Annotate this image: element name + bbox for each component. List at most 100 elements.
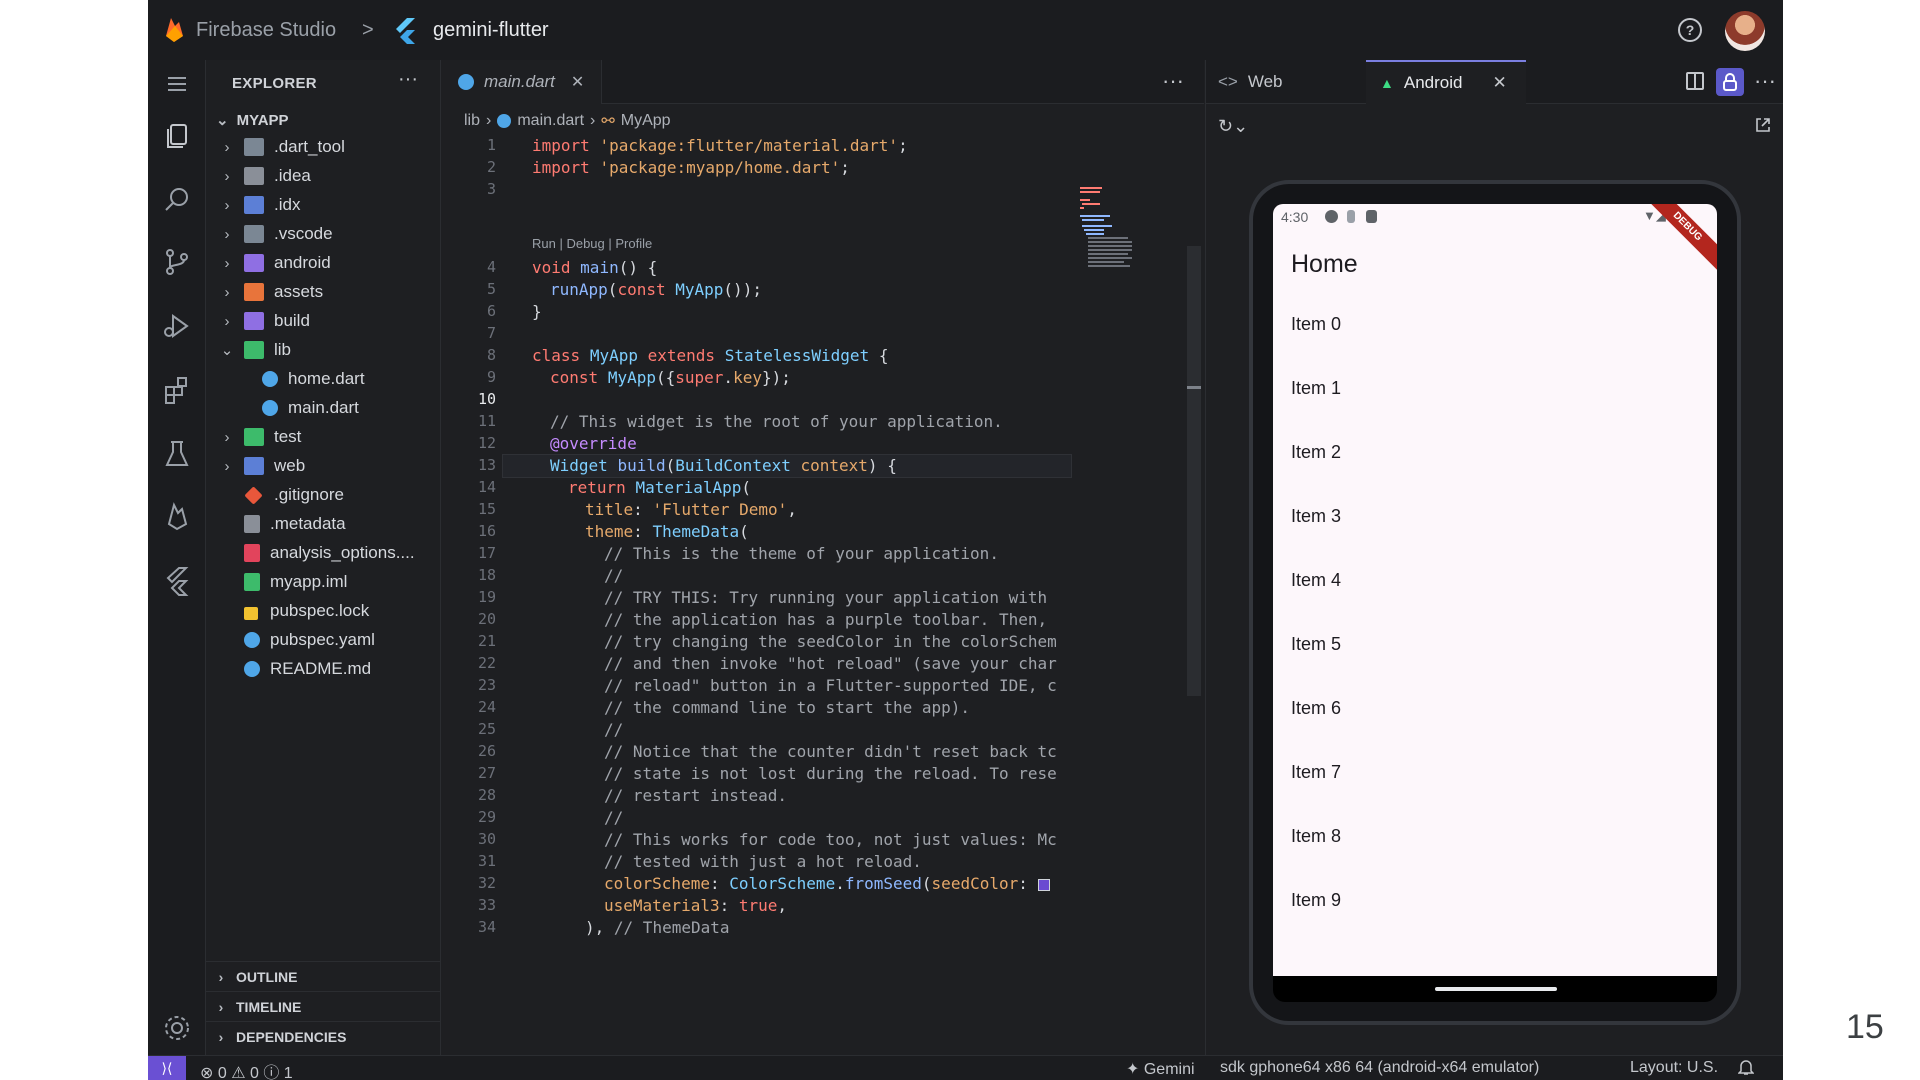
lock-icon[interactable] [1716,68,1744,96]
editor-more-icon[interactable]: ··· [1162,68,1184,94]
settings-gear-icon[interactable] [161,1012,193,1044]
code-area[interactable]: 1 2 3 4 5 6 7 8 9 10 11 12 13 14 15 16 17 18 19 20 21 22 23 24 2… [442,136,1204,1055]
code-line-31: // tested with just a hot reload. [604,852,922,871]
flutter-icon[interactable] [161,564,193,596]
open-external-icon[interactable] [1754,116,1772,134]
codelens-run-debug-profile[interactable]: Run | Debug | Profile [532,236,652,251]
preview-more-icon[interactable]: ··· [1754,68,1776,94]
tree-item-label: analysis_options.... [270,543,415,562]
tree-file-myapp-iml[interactable]: myapp.iml [244,569,347,595]
tab-web[interactable]: <> Web [1218,60,1283,104]
tree-item-label: lib [274,340,292,359]
testing-icon[interactable] [161,438,193,470]
tab-android[interactable]: ▲ Android ✕ [1366,60,1526,104]
tree-file-gitignore[interactable]: .gitignore [244,482,344,508]
activity-bar [148,60,206,1055]
tree-file-pubspec-yaml[interactable]: pubspec.yaml [244,627,375,653]
line-number: 31 [477,852,496,870]
minimap[interactable] [1078,184,1148,284]
folder-icon [244,283,264,301]
emulator-device-status[interactable]: sdk gphone64 x86 64 (android-x64 emulato… [1220,1059,1539,1077]
explorer-title: EXPLORER [232,75,317,92]
firebase-icon[interactable] [161,500,193,532]
line-number: 4 [486,258,496,276]
run-debug-icon[interactable] [161,310,193,342]
list-item[interactable]: Item 0 [1291,314,1341,335]
line-number: 34 [477,918,496,936]
tree-folder-build[interactable]: › build [218,308,310,334]
home-gesture-handle[interactable] [1435,987,1557,991]
remote-indicator-icon[interactable]: ⟩⟨ [148,1056,186,1080]
list-item[interactable]: Item 2 [1291,442,1341,463]
code-line-26: // Notice that the counter didn't reset … [604,742,1057,761]
tree-file-analysis-options[interactable]: analysis_options.... [244,540,415,566]
list-item[interactable]: Item 8 [1291,826,1341,847]
source-control-icon[interactable] [161,246,193,278]
list-item[interactable]: Item 5 [1291,634,1341,655]
close-icon[interactable]: ✕ [571,72,584,92]
firebase-flame-icon[interactable] [162,16,186,44]
tree-folder-test[interactable]: › test [218,424,301,450]
list-item[interactable]: Item 1 [1291,378,1341,399]
editor-scrollbar[interactable] [1187,246,1201,696]
code-line-29: // [604,808,624,827]
tree-folder-idx[interactable]: › .idx [218,192,300,218]
reload-icon[interactable]: ↻⌄ [1218,116,1248,137]
split-editor-icon[interactable] [1686,72,1704,90]
search-icon[interactable] [161,184,193,216]
device-nav-bar [1273,976,1717,1002]
tab-android-label: Android [1403,73,1463,92]
tree-folder-android[interactable]: › android [218,250,331,276]
list-item[interactable]: Item 9 [1291,890,1341,911]
project-root-folder[interactable]: ⌄ MYAPP [216,111,289,129]
breadcrumb-symbol[interactable]: MyApp [621,112,671,130]
list-item[interactable]: Item 6 [1291,698,1341,719]
tree-folder-web[interactable]: › web [218,453,305,479]
tree-folder-assets[interactable]: › assets [218,279,323,305]
tree-file-home-dart[interactable]: home.dart [262,366,365,392]
keyboard-layout-status[interactable]: Layout: U.S. [1630,1059,1718,1077]
extensions-icon[interactable] [161,374,193,406]
tree-file-metadata[interactable]: .metadata [244,511,346,537]
line-number: 13 [477,456,496,474]
line-number: 9 [486,368,496,386]
explorer-more-icon[interactable]: ··· [398,68,418,91]
breadcrumb-file[interactable]: main.dart [517,112,584,130]
tree-folder-vscode[interactable]: › .vscode [218,221,333,247]
list-item[interactable]: Item 7 [1291,762,1341,783]
notification-icon [1366,210,1377,223]
dart-file-icon [458,74,474,90]
menu-icon[interactable] [161,68,193,100]
tree-file-main-dart[interactable]: main.dart [262,395,359,421]
tree-file-readme[interactable]: README.md [244,656,371,682]
bell-icon[interactable] [1738,1058,1754,1076]
gemini-status[interactable]: ✦ Gemini [1126,1059,1195,1079]
breadcrumb-folder[interactable]: lib [464,112,480,130]
device-screen[interactable]: 4:30 ▼◢ DEBUG Home Item 0 Item 1 Item 2 … [1273,204,1717,976]
close-icon[interactable]: ✕ [1492,73,1506,93]
tree-file-pubspec-lock[interactable]: pubspec.lock [244,598,369,624]
tree-folder-lib[interactable]: ⌄ lib [218,337,291,363]
code-line-24: // the command line to start the app). [604,698,971,717]
problems-counter[interactable]: ⊗ 0 ⚠ 0 ⓘ 1 [200,1059,293,1080]
preview-panel: <> Web ▲ Android ✕ ··· ↻⌄ 4:30 ▼◢ DEBUG … [1205,60,1783,1055]
firebase-studio-window: Firebase Studio > gemini-flutter ? EXPLO… [148,0,1783,1080]
chevron-right-icon: › [224,457,230,475]
dependencies-section[interactable]: › DEPENDENCIES [206,1021,441,1051]
brand-title[interactable]: Firebase Studio [196,19,336,42]
notification-icon [1347,210,1355,223]
list-item[interactable]: Item 4 [1291,570,1341,591]
avatar[interactable] [1725,11,1765,51]
project-name[interactable]: gemini-flutter [433,19,549,42]
timeline-section[interactable]: › TIMELINE [206,991,441,1021]
help-icon[interactable]: ? [1678,18,1702,42]
files-icon[interactable] [161,120,193,152]
tab-main-dart[interactable]: main.dart ✕ [442,60,602,104]
chevron-right-icon: › [224,225,230,243]
git-file-icon [244,485,263,505]
list-item[interactable]: Item 3 [1291,506,1341,527]
tree-folder-dart-tool[interactable]: › .dart_tool [218,134,345,160]
outline-section[interactable]: › OUTLINE [206,961,441,991]
tree-folder-idea[interactable]: › .idea [218,163,311,189]
file-icon [244,515,260,533]
